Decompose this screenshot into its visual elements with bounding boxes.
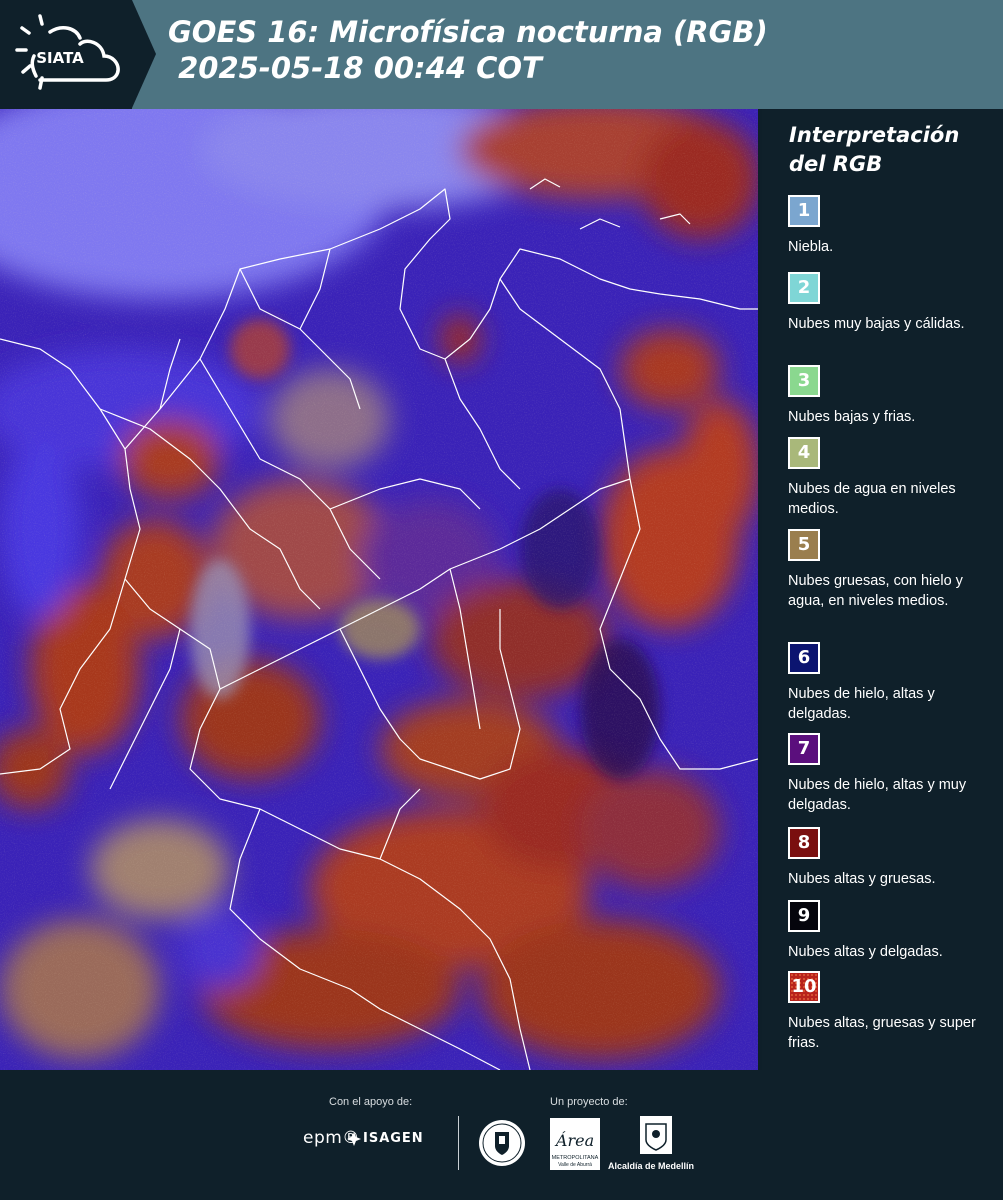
legend-item-9: 9 Nubes altas y delgadas. [788,900,1000,962]
legend-panel: Interpretación del RGB 1 Niebla. 2 Nubes… [762,109,1003,1070]
satellite-image [0,109,758,1070]
siata-logo-icon: SIATA [15,14,120,90]
legend-label-8: Nubes altas y gruesas. [788,871,936,887]
legend-item-4: 4 Nubes de agua en niveles medios. [788,437,1000,519]
alcaldia-crest-icon [640,1116,672,1154]
support-label: Con el apoyo de: [329,1096,413,1108]
legend-item-1: 1 Niebla. [788,195,1000,257]
legend-item-7: 7 Nubes de hielo, altas y muy delgadas. [788,733,1000,815]
legend-item-8: 8 Nubes altas y gruesas. [788,827,1000,889]
isagen-logo: ISAGEN [363,1131,424,1146]
project-label: Un proyecto de: [550,1096,628,1108]
legend-swatch-3: 3 [788,365,820,397]
legend-label-2: Nubes muy bajas y cálidas. [788,316,965,332]
legend-swatch-9: 9 [788,900,820,932]
legend-label-3: Nubes bajas y frias. [788,409,916,425]
legend-swatch-8: 8 [788,827,820,859]
legend-label-7: Nubes de hielo, altas y muy delgadas. [788,777,967,813]
area-logo-text: Área [554,1130,594,1150]
siata-logo-block: SIATA [0,0,132,109]
legend-label-4: Nubes de agua en niveles medios. [788,481,956,517]
legend-swatch-2: 2 [788,272,820,304]
legend-swatch-5: 5 [788,529,820,561]
area-logo-sub: METROPOLITANA [552,1155,599,1161]
legend-item-2: 2 Nubes muy bajas y cálidas. [788,272,1000,334]
legend-label-5: Nubes gruesas, con hielo y agua, en nive… [788,573,963,609]
isagen-mark-icon [347,1132,361,1146]
legend-swatch-10: 10 [788,971,820,1003]
satellite-map [0,109,758,1070]
legend-label-6: Nubes de hielo, altas y delgadas. [788,686,935,722]
footer: Con el apoyo de: Un proyecto de: epm® IS… [0,1070,1003,1200]
legend-swatch-6: 6 [788,642,820,674]
header-bar: SIATA GOES 16: Microfísica nocturna (RGB… [0,0,1003,109]
legend-label-10: Nubes altas, gruesas y super frias. [788,1015,976,1051]
legend-item-3: 3 Nubes bajas y frias. [788,365,1000,427]
legend-item-6: 6 Nubes de hielo, altas y delgadas. [788,642,1000,724]
legend-item-10: 10 Nubes altas, gruesas y super frias. [788,971,1000,1053]
siata-logo-text: SIATA [36,49,84,67]
area-metropolitana-logo: Área METROPOLITANA Valle de Aburrá [550,1118,600,1170]
page-title: GOES 16: Microfísica nocturna (RGB) 2025… [168,15,768,85]
seal-icon [479,1120,525,1166]
legend-swatch-4: 4 [788,437,820,469]
area-logo-sub2: Valle de Aburrá [558,1162,592,1168]
legend-label-1: Niebla. [788,239,834,255]
legend-title: Interpretación del RGB [789,123,960,176]
legend-item-5: 5 Nubes gruesas, con hielo y agua, en ni… [788,529,1000,611]
alcaldia-label: Alcaldía de Medellín [608,1161,695,1171]
legend-swatch-7: 7 [788,733,820,765]
logo-arrow [132,0,156,108]
legend-swatch-1: 1 [788,195,820,227]
legend-label-9: Nubes altas y delgadas. [788,944,943,960]
footer-divider [458,1116,459,1170]
